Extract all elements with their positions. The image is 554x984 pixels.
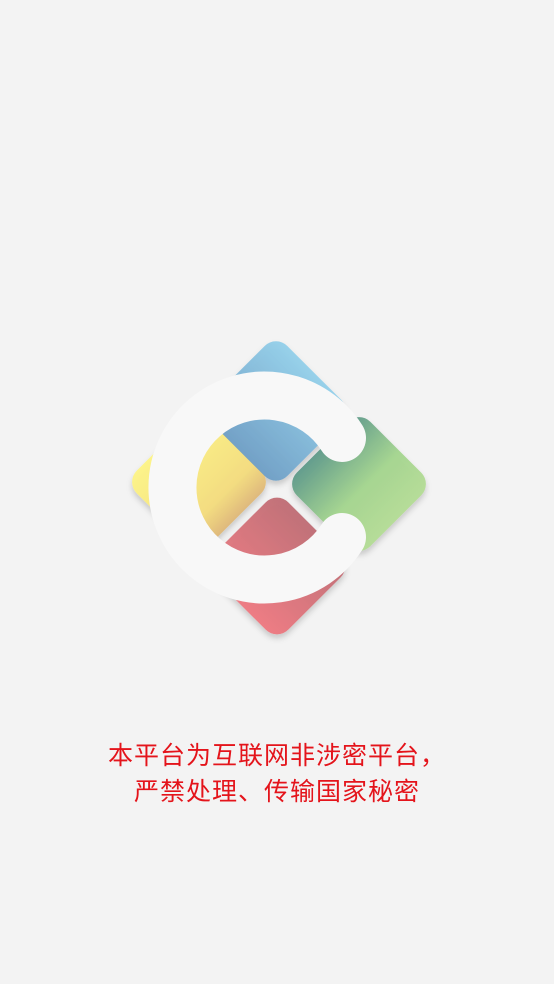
colorful-diamond-c-logo-icon xyxy=(132,341,426,635)
security-notice-line-2: 严禁处理、传输国家秘密 xyxy=(133,777,420,806)
splash-screen: 本平台为互联网非涉密平台， 严禁处理、传输国家秘密 xyxy=(0,0,554,984)
security-notice-line-1: 本平台为互联网非涉密平台， xyxy=(107,741,446,770)
